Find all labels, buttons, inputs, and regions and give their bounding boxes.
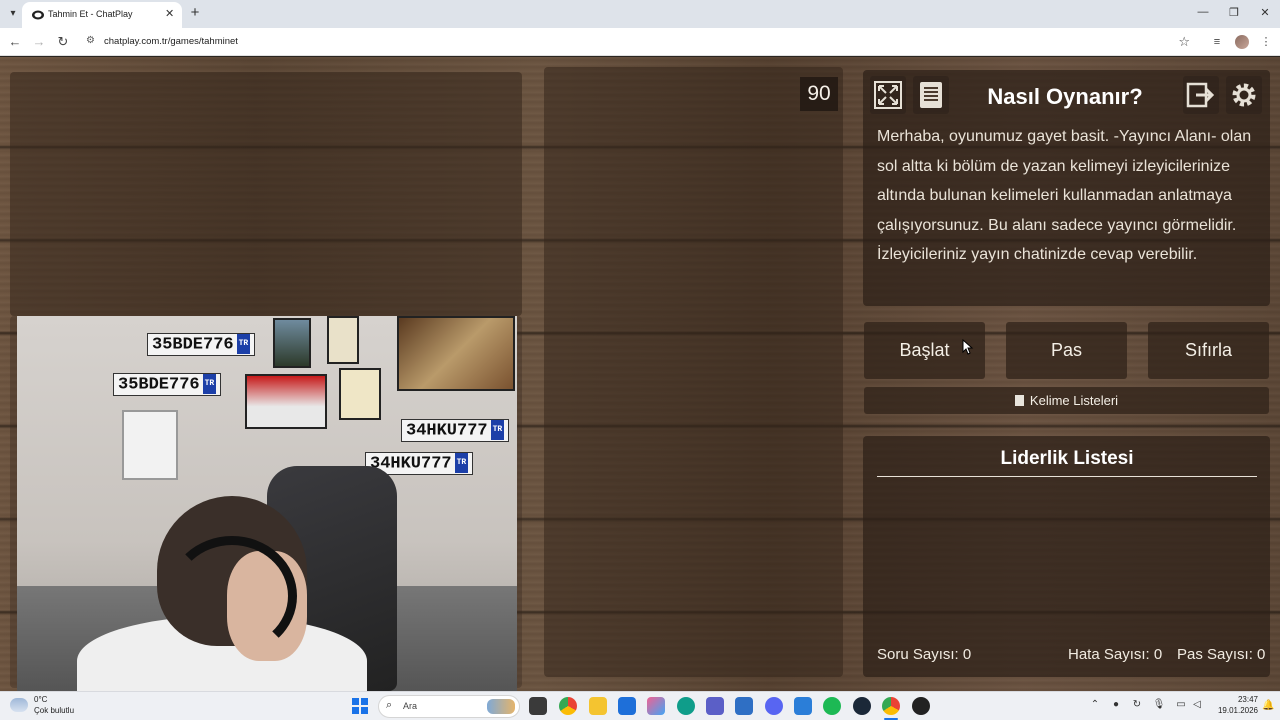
address-bar[interactable]: ⚙ chatplay.com.tr/games/tahminet ☆ (80, 31, 1198, 53)
chrome-menu-icon[interactable]: ⋮ (1258, 34, 1274, 50)
chrome-icon[interactable] (559, 697, 577, 715)
remote-desktop-icon[interactable] (794, 697, 812, 715)
gear-icon (1232, 83, 1256, 107)
search-highlight-icon (487, 699, 515, 714)
poster-2 (327, 316, 359, 364)
plate-text-3: 34HKU777 (406, 421, 488, 441)
restore-icon[interactable]: ❐ (1227, 6, 1241, 19)
license-plate-2: 35BDE776 TR (113, 373, 222, 397)
cloud-icon[interactable] (10, 698, 28, 712)
vpn-icon[interactable] (735, 697, 753, 715)
browser-toolbar: ← → ↻ ⚙ chatplay.com.tr/games/tahminet ☆… (0, 28, 1280, 56)
clock-time[interactable]: 23:47 (1218, 695, 1258, 704)
teams-icon[interactable] (706, 697, 724, 715)
mouse-cursor-icon (962, 339, 974, 355)
back-icon[interactable]: ← (7, 34, 23, 50)
url-text: chatplay.com.tr/games/tahminet (104, 36, 238, 47)
tray-app-icon[interactable]: ● (1109, 699, 1123, 710)
window-close-icon[interactable]: ✕ (1258, 6, 1272, 19)
logout-button[interactable] (1183, 76, 1219, 114)
middle-word-panel (544, 67, 843, 677)
how-to-play-text: Merhaba, oyunumuz gayet basit. -Yayıncı … (877, 128, 1252, 264)
webcam-overlay: 35BDE776 TR 35BDE776 TR 34HKU777 TR 34HKU77… (17, 316, 517, 691)
microphone-icon[interactable]: 🎙 (1152, 699, 1166, 710)
word-lists-label: Kelime Listeleri (1029, 393, 1119, 408)
license-plate-1: 35BDE776 TR (147, 333, 256, 357)
tray-sync-icon[interactable]: ↻ (1130, 699, 1144, 710)
profile-avatar[interactable] (1235, 35, 1249, 49)
volume-icon[interactable]: ◁ (1190, 699, 1204, 710)
horse-poster (122, 410, 178, 480)
logout-icon (1186, 82, 1215, 108)
headset (167, 536, 297, 656)
file-explorer-icon[interactable] (589, 697, 607, 715)
error-count: Hata Sayısı: 0 (1068, 646, 1163, 663)
tab-search-chevron-icon[interactable]: ▾ (4, 5, 22, 23)
reset-button[interactable]: Sıfırla (1148, 322, 1269, 379)
steam-icon[interactable] (853, 697, 871, 715)
spotify-icon[interactable] (823, 697, 841, 715)
browser-tabstrip: ▾ Tahmin Et - ChatPlay ✕ + — ❐ ✕ (0, 0, 1280, 28)
bookmark-star-icon[interactable]: ☆ (1178, 34, 1190, 50)
media-control-icon[interactable]: ≡ (1209, 34, 1225, 50)
task-view-icon[interactable] (529, 697, 547, 715)
leaderboard-title: Liderlik Listesi (877, 448, 1257, 477)
copilot-icon[interactable] (647, 697, 665, 715)
network-icon[interactable]: ▭ (1174, 699, 1188, 710)
search-placeholder: Ara (403, 701, 418, 711)
minimize-icon[interactable]: — (1196, 6, 1210, 18)
turkish-flag-frame (245, 374, 327, 429)
chrome-active-icon[interactable] (882, 697, 900, 715)
forward-icon[interactable]: → (31, 34, 47, 50)
windows-start-icon[interactable] (352, 698, 368, 714)
obs-icon[interactable] (912, 697, 930, 715)
chatplay-favicon-icon (32, 10, 44, 20)
clock-date[interactable]: 19.01.2026 (1208, 706, 1258, 715)
site-info-icon[interactable]: ⚙ (86, 35, 95, 46)
document-icon (920, 82, 942, 108)
countdown-timer: 90 (800, 77, 838, 111)
store-icon[interactable] (618, 697, 636, 715)
how-to-play-title: Nasıl Oynanır? (987, 84, 1143, 109)
book-icon (1014, 395, 1024, 406)
edge-icon[interactable] (677, 697, 695, 715)
poster-1 (273, 318, 311, 368)
tab-close-icon[interactable]: ✕ (165, 7, 174, 20)
tray-overflow-icon[interactable]: ⌃ (1088, 699, 1102, 710)
question-count: Soru Sayısı: 0 (877, 646, 972, 663)
weather-temperature[interactable]: 0°C (34, 695, 47, 704)
streamer-area-panel (10, 72, 522, 316)
new-tab-button[interactable]: + (188, 4, 202, 21)
streamer-person (77, 496, 367, 691)
plate-text-1: 35BDE776 (152, 335, 234, 355)
rules-button[interactable] (913, 76, 949, 114)
fullscreen-icon (874, 81, 902, 109)
horse-painting (397, 316, 515, 391)
search-icon: ⌕ (386, 699, 393, 711)
pass-count: Pas Sayısı: 0 (1177, 646, 1266, 663)
word-lists-button[interactable]: Kelime Listeleri (864, 387, 1269, 414)
license-plate-3: 34HKU777 TR (401, 419, 510, 443)
windows-taskbar: 0°C Çok bulutlu ⌕ Ara ⌃ ● ↻ 🎙 ▭ ◁ 23:47 … (0, 691, 1280, 720)
taskbar-search[interactable]: ⌕ Ara (378, 695, 520, 718)
discord-icon[interactable] (765, 697, 783, 715)
notification-icon[interactable]: 🔔 (1262, 700, 1274, 711)
fullscreen-button[interactable] (870, 76, 906, 114)
tab-title: Tahmin Et - ChatPlay (48, 9, 133, 19)
settings-button[interactable] (1226, 76, 1262, 114)
weather-description[interactable]: Çok bulutlu (34, 706, 74, 715)
plate-text-2: 35BDE776 (118, 375, 200, 395)
pass-button[interactable]: Pas (1006, 322, 1127, 379)
poster-3 (339, 368, 381, 420)
browser-tab[interactable]: Tahmin Et - ChatPlay ✕ (22, 2, 182, 28)
reload-icon[interactable]: ↻ (55, 34, 71, 50)
